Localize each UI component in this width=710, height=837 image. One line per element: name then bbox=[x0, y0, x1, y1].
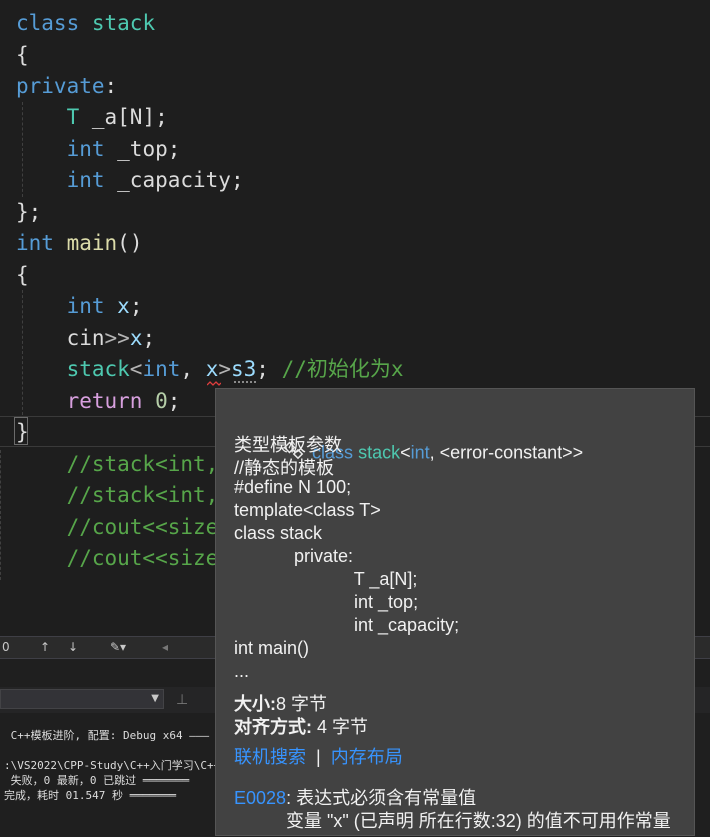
operator: >> bbox=[104, 326, 130, 350]
error-message: : 表达式必须含有常量值 bbox=[286, 788, 477, 808]
code-rest: _a[N]; bbox=[79, 105, 168, 129]
identifier-x[interactable]: x bbox=[206, 357, 219, 381]
comment: //stack<int, bbox=[66, 452, 219, 476]
code-line-2: { bbox=[16, 40, 29, 71]
code-line-7: }; bbox=[16, 197, 41, 228]
tooltip-body-line: int main() bbox=[234, 638, 310, 658]
size-label: 大小: bbox=[234, 694, 276, 714]
code-line-5: int _top; bbox=[16, 134, 181, 165]
suggestion-dots bbox=[234, 377, 256, 383]
punct: : bbox=[104, 74, 118, 98]
clear-all-icon[interactable]: ⊥ bbox=[176, 692, 188, 708]
tooltip-body-line: ... bbox=[234, 661, 250, 681]
code-line-4: T _a[N]; bbox=[16, 102, 168, 133]
link-separator: | bbox=[316, 747, 321, 767]
keyword: private bbox=[16, 74, 105, 98]
align-value: 4 字节 bbox=[312, 717, 369, 737]
chevron-down-icon: ▼ bbox=[151, 693, 159, 704]
punct: ; bbox=[256, 357, 282, 381]
function-name: main bbox=[66, 231, 118, 255]
scroll-left-icon[interactable]: ◂ bbox=[162, 640, 168, 654]
tooltip-body-line: int _capacity; bbox=[234, 615, 460, 635]
punct: < bbox=[129, 357, 143, 381]
class-name: stack bbox=[91, 11, 156, 35]
punct: { bbox=[16, 263, 29, 287]
output-source-select[interactable]: ▼ bbox=[0, 689, 164, 709]
brush-icon[interactable]: ✎▾ bbox=[110, 640, 126, 654]
tooltip-body-line: int _top; bbox=[234, 592, 419, 612]
prev-issue-button[interactable]: ↑ bbox=[40, 640, 50, 654]
output-line: :\VS2022\CPP-Study\C++入门学习\C++模 bbox=[4, 759, 232, 772]
code-rest: _capacity; bbox=[104, 168, 244, 192]
code-line-8: int main() bbox=[16, 228, 142, 259]
next-issue-button[interactable]: ↓ bbox=[68, 640, 78, 654]
links-row: 联机搜索 | 内存布局 bbox=[234, 743, 403, 769]
code-line-17: //cout<<size bbox=[16, 512, 219, 543]
punct: }; bbox=[16, 200, 42, 224]
keyword: int bbox=[142, 357, 181, 381]
punct: , bbox=[180, 357, 206, 381]
keyword: int bbox=[66, 137, 105, 161]
indent-guide bbox=[0, 450, 1, 580]
keyword: class bbox=[16, 11, 80, 35]
sig-open: < bbox=[400, 442, 411, 463]
align-label: 对齐方式: bbox=[234, 717, 312, 737]
error-squiggle bbox=[207, 381, 221, 386]
tooltip-body-line: T _a[N]; bbox=[234, 569, 418, 589]
sig-int: int bbox=[410, 442, 430, 463]
code-line-6: int _capacity; bbox=[16, 165, 244, 196]
code-line-18: //cout<<size bbox=[16, 543, 219, 574]
sig-class-name: stack bbox=[358, 442, 401, 463]
code-rest: ; bbox=[142, 326, 156, 350]
keyword: return bbox=[66, 389, 143, 413]
code-rest: () bbox=[117, 231, 143, 255]
tooltip-body-line: class stack bbox=[234, 523, 323, 543]
code-rest: ; bbox=[129, 294, 143, 318]
sig-rest: , <error-constant>> bbox=[429, 442, 584, 463]
code-line-13: return 0; bbox=[16, 386, 181, 417]
comment: //cout<<size bbox=[66, 546, 219, 570]
keyword: int bbox=[66, 294, 105, 318]
code-rest: ; bbox=[167, 389, 181, 413]
code-rest: _top; bbox=[104, 137, 181, 161]
code-line-3: private: bbox=[16, 71, 117, 102]
tooltip-body-line: template<class T> bbox=[234, 500, 381, 520]
number: 0 bbox=[155, 389, 168, 413]
code-line-10: int x; bbox=[16, 291, 143, 322]
punct: { bbox=[16, 43, 29, 67]
type-name: T bbox=[66, 105, 80, 129]
class-name: stack bbox=[66, 357, 130, 381]
zoom-value: 0 bbox=[2, 640, 10, 654]
identifier: cin bbox=[66, 326, 105, 350]
tooltip-body-line: private: bbox=[234, 546, 354, 566]
identifier: x bbox=[117, 294, 130, 318]
size-value: 8 字节 bbox=[276, 694, 328, 714]
code-line-1: class stack bbox=[16, 8, 155, 39]
error-detail: 变量 "x" (已声明 所在行数:32) 的值不可用作常量 bbox=[286, 811, 671, 831]
output-line: 完成，耗时 01.547 秒 ═══════ bbox=[4, 789, 176, 802]
quick-info-tooltip: class stack<int, <error-constant>> 类型模板参… bbox=[215, 388, 695, 836]
memory-layout-link[interactable]: 内存布局 bbox=[331, 747, 403, 767]
code-line-16: //stack<int, bbox=[16, 480, 219, 511]
punct: > bbox=[218, 357, 231, 381]
code-line-15: //stack<int, bbox=[16, 449, 219, 480]
tooltip-body-line: #define N 100; bbox=[234, 477, 352, 497]
keyword: int bbox=[66, 168, 105, 192]
keyword: int bbox=[16, 231, 54, 255]
error-code-link[interactable]: E0028 bbox=[234, 788, 286, 808]
code-line-9: { bbox=[16, 260, 29, 291]
comment: //cout<<size bbox=[66, 515, 219, 539]
punct: } bbox=[16, 420, 29, 444]
code-line-14: } bbox=[16, 417, 29, 448]
align-row: 对齐方式: 4 字节 bbox=[234, 713, 368, 739]
comment: //stack<int, bbox=[66, 483, 219, 507]
output-line: C++模板进阶, 配置: Debug x64 ——— bbox=[4, 729, 210, 742]
comment: //初始化为x bbox=[281, 357, 404, 381]
identifier: x bbox=[129, 326, 143, 350]
output-line: 失败，0 最新，0 已跳过 ═══════ bbox=[4, 774, 190, 787]
code-line-11: cin>>x; bbox=[16, 323, 156, 354]
online-search-link[interactable]: 联机搜索 bbox=[234, 747, 306, 767]
